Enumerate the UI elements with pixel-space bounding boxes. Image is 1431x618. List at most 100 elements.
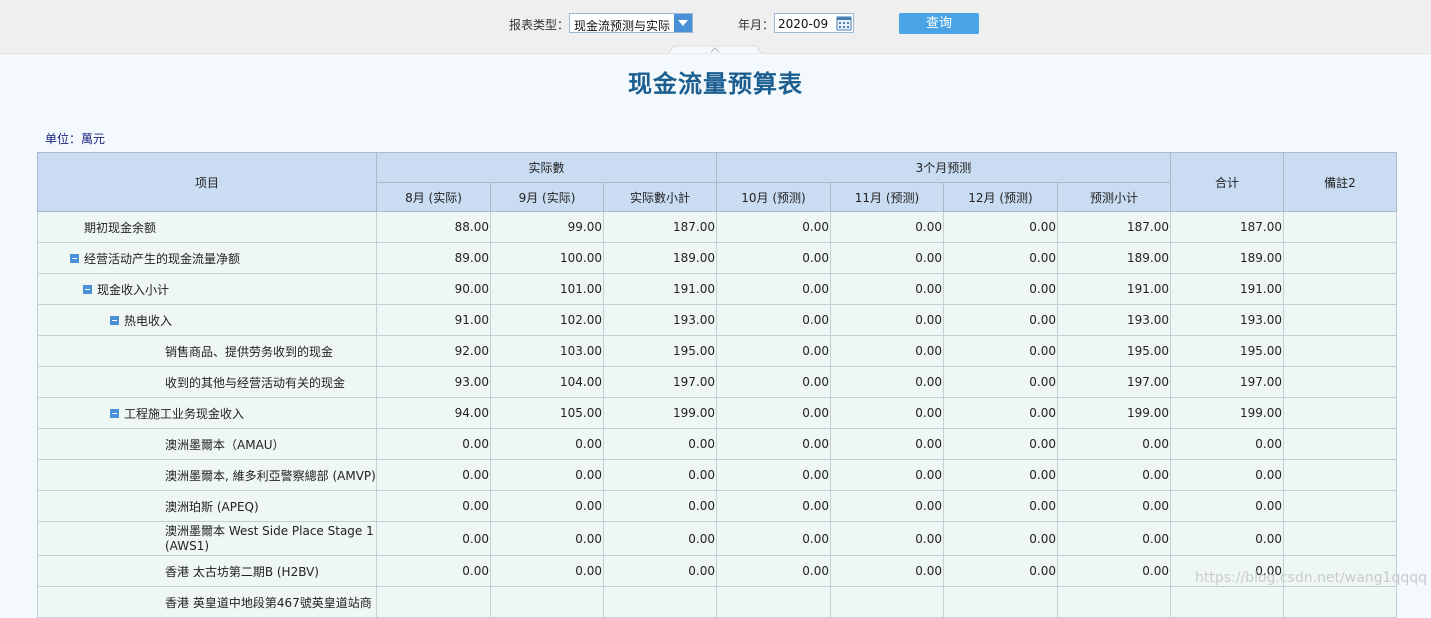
table-row: 现金收入小计 90.00 101.00 191.00 0.00 0.00 0.00 191.0… [37,273,1397,305]
value-cell: 0.00 [716,490,831,522]
value-cell: 0.00 [716,304,831,336]
calendar-icon[interactable] [836,15,852,31]
table-row: 热电收入 91.00 102.00 193.00 0.00 0.00 0.00 193.00 1… [37,304,1397,336]
value-cell: 104.00 [490,366,604,398]
value-cell: 0.00 [1170,490,1284,522]
value-cell: 0.00 [943,490,1058,522]
chevron-down-icon[interactable] [674,14,692,32]
value-cell: 0.00 [490,555,604,587]
value-cell: 0.00 [603,428,717,460]
row-name: 工程施工业务现金收入 [39,405,376,422]
value-cell: 0.00 [716,521,831,556]
header-remark: 備註2 [1283,152,1397,212]
value-cell: 99.00 [490,211,604,243]
header-actual-group: 实际數 [376,152,717,183]
collapse-toggle-icon[interactable] [70,253,79,263]
value-cell: 0.00 [943,242,1058,274]
value-cell: 0.00 [1057,428,1171,460]
row-label: 香港 太古坊第二期B (H2BV) [165,564,319,579]
value-cell: 197.00 [603,366,717,398]
table-row: 澳洲墨爾本, 維多利亞警察總部 (AMVP) 0.00 0.00 0.00 0.00 0.… [37,459,1397,491]
value-cell: 0.00 [943,335,1058,367]
value-cell [1170,586,1284,618]
header-forecast-subtotal: 预测小计 [1057,182,1171,212]
value-cell: 0.00 [830,397,944,429]
value-cell: 0.00 [830,459,944,491]
table-row: 收到的其他与经营活动有关的现金 93.00 104.00 197.00 0.00 0.00… [37,366,1397,398]
value-cell [490,586,604,618]
row-label: 现金收入小计 [97,282,170,297]
value-cell: 0.00 [490,428,604,460]
value-cell: 0.00 [1057,555,1171,587]
row-label: 经营活动产生的现金流量净额 [84,251,241,266]
row-name: 澳洲墨爾本 West Side Place Stage 1 (AWS1) [39,524,376,554]
value-cell: 0.00 [490,490,604,522]
value-cell: 88.00 [376,211,491,243]
value-cell [716,586,831,618]
report-type-select[interactable]: 现金流预测与实际 [569,13,693,33]
value-cell: 0.00 [1057,521,1171,556]
report-type-label: 报表类型： [509,18,570,32]
remark-cell [1283,521,1397,556]
remark-cell [1283,428,1397,460]
value-cell: 193.00 [1057,304,1171,336]
value-cell: 197.00 [1057,366,1171,398]
table-row: 经营活动产生的现金流量净额 89.00 100.00 189.00 0.00 0.00 0.… [37,242,1397,274]
value-cell: 0.00 [830,521,944,556]
value-cell: 0.00 [376,521,491,556]
value-cell: 195.00 [1170,335,1284,367]
value-cell: 195.00 [1057,335,1171,367]
collapse-toggle-icon[interactable] [110,315,119,325]
collapse-toggle-icon[interactable] [110,408,119,418]
remark-cell [1283,242,1397,274]
row-name: 香港 太古坊第二期B (H2BV) [39,563,376,580]
table-row: 销售商品、提供劳务收到的现金 92.00 103.00 195.00 0.00 0.00 0… [37,335,1397,367]
page-title: 现金流量预算表 [628,70,803,98]
value-cell: 0.00 [830,211,944,243]
row-name-cell: 澳洲墨爾本 West Side Place Stage 1 (AWS1) [37,521,377,556]
value-cell: 191.00 [603,273,717,305]
row-name-cell: 工程施工业务现金收入 [37,397,377,429]
value-cell: 0.00 [943,211,1058,243]
row-name: 现金收入小计 [39,281,376,298]
collapse-toolbar-icon[interactable] [668,44,762,54]
table-body: 期初现金余额 88.00 99.00 187.00 0.00 0.00 0.00 187.00… [37,211,1397,618]
table-row: 澳洲墨爾本 West Side Place Stage 1 (AWS1) 0.00… [37,521,1397,556]
row-name: 收到的其他与经营活动有关的现金 [39,374,376,391]
row-name: 期初现金余额 [39,219,376,236]
month-input[interactable]: 2020-09 [774,13,854,33]
row-name-cell: 香港 太古坊第二期B (H2BV) [37,555,377,587]
value-cell: 0.00 [1170,521,1284,556]
value-cell: 90.00 [376,273,491,305]
value-cell: 0.00 [943,397,1058,429]
query-button[interactable]: 查询 [899,13,979,34]
value-cell: 0.00 [603,521,717,556]
value-cell [830,586,944,618]
row-label: 香港 英皇道中地段第467號英皇道站商 [165,595,372,610]
value-cell: 103.00 [490,335,604,367]
row-name: 销售商品、提供劳务收到的现金 [39,343,376,360]
budget-table: 项目 实际數 3个月预测 合计 備註2 8月 (实际) 9月 (实际) 实际數小… [37,152,1397,618]
value-cell: 102.00 [490,304,604,336]
value-cell: 0.00 [1057,490,1171,522]
header-sep-actual: 9月 (实际) [490,182,604,212]
value-cell: 0.00 [716,273,831,305]
value-cell: 0.00 [603,459,717,491]
watermark: https://blog.csdn.net/wang1qqqq [1195,570,1427,586]
header-nov-forecast: 11月 (预测) [830,182,944,212]
value-cell: 94.00 [376,397,491,429]
value-cell: 92.00 [376,335,491,367]
value-cell: 0.00 [376,459,491,491]
row-name: 香港 英皇道中地段第467號英皇道站商 [39,594,376,611]
value-cell: 91.00 [376,304,491,336]
toolbar: 报表类型： 现金流预测与实际 年月： 2020-09 查询 [0,0,1431,54]
value-cell: 0.00 [943,304,1058,336]
value-cell: 0.00 [716,242,831,274]
value-cell [376,586,491,618]
row-name-cell: 经营活动产生的现金流量净额 [37,242,377,274]
value-cell: 187.00 [1170,211,1284,243]
collapse-toggle-icon[interactable] [83,284,92,294]
row-name-cell: 现金收入小计 [37,273,377,305]
row-name: 澳洲墨爾本（AMAU） [39,436,376,453]
table-row: 期初现金余额 88.00 99.00 187.00 0.00 0.00 0.00 187.00… [37,211,1397,243]
